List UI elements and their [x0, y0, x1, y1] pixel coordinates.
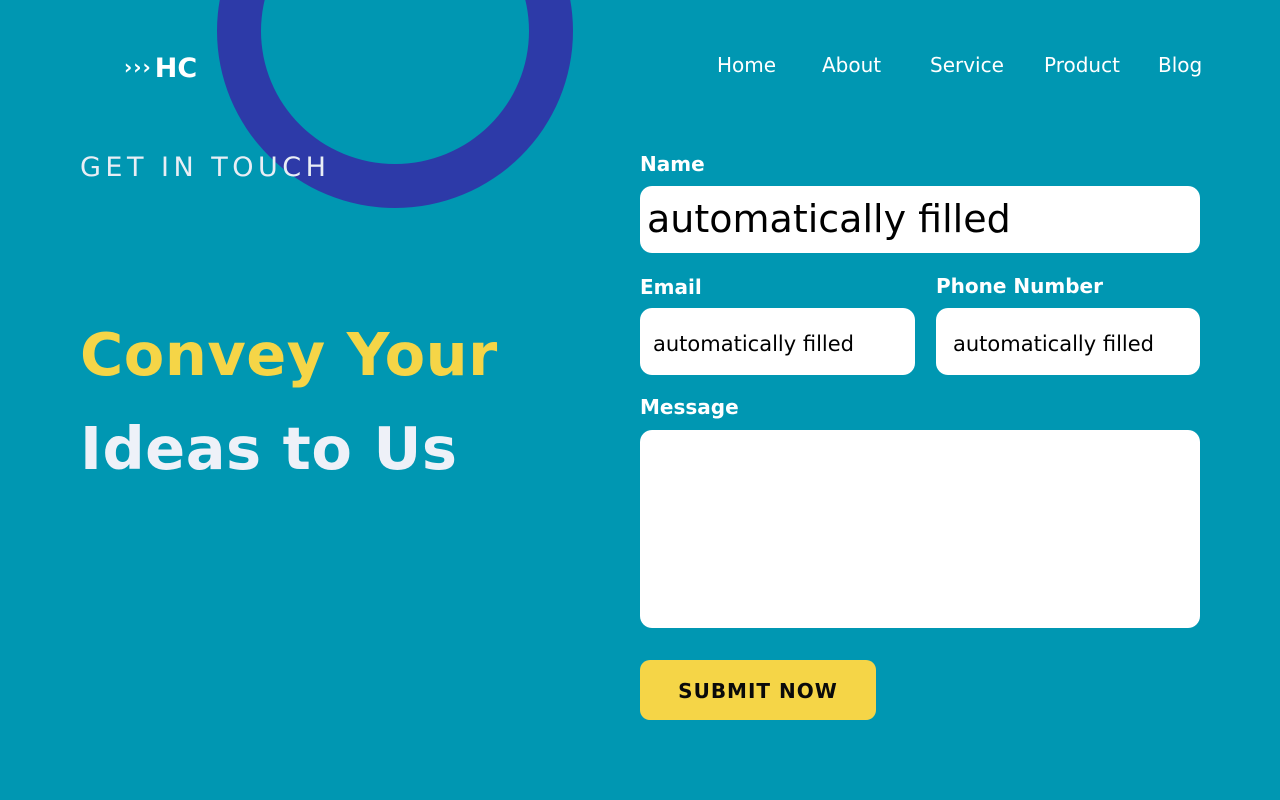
name-label: Name: [640, 152, 705, 176]
chevrons-icon: ›››: [124, 55, 152, 79]
nav-item-service[interactable]: Service: [930, 50, 1004, 80]
email-field[interactable]: automatically filled: [640, 308, 915, 375]
phone-label: Phone Number: [936, 274, 1103, 298]
nav-item-home[interactable]: Home: [717, 50, 776, 80]
headline-line-1: Convey Your: [80, 320, 498, 389]
email-label: Email: [640, 275, 702, 299]
name-field[interactable]: automatically filled: [640, 186, 1200, 253]
submit-button[interactable]: SUBMIT NOW: [640, 660, 876, 720]
hero-headline: Convey Your Ideas to Us: [80, 308, 498, 496]
nav-item-about[interactable]: About: [822, 50, 881, 80]
section-eyebrow: GET IN TOUCH: [80, 152, 331, 183]
nav-item-blog[interactable]: Blog: [1158, 50, 1202, 80]
logo-text: HC: [154, 52, 198, 84]
nav-item-product[interactable]: Product: [1044, 50, 1120, 80]
logo[interactable]: ››› HC: [124, 50, 197, 86]
message-field[interactable]: [640, 430, 1200, 628]
headline-line-2: Ideas to Us: [80, 414, 458, 483]
message-label: Message: [640, 395, 739, 419]
phone-field[interactable]: automatically filled: [936, 308, 1200, 375]
